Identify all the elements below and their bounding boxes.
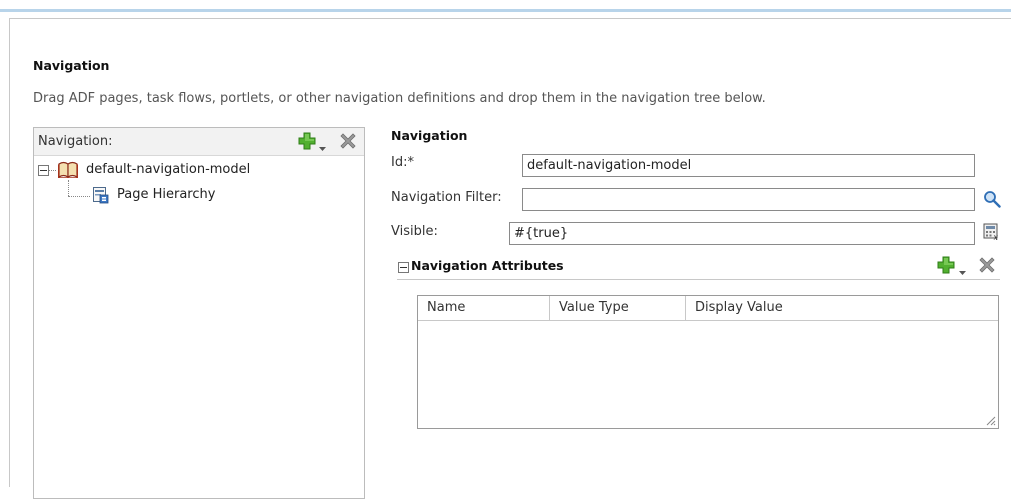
tree-connector	[68, 196, 90, 197]
expression-builder-icon[interactable]: x	[983, 223, 1001, 242]
navigation-filter-field[interactable]	[522, 188, 975, 211]
collapse-toggle-icon[interactable]	[38, 165, 49, 176]
navigation-filter-label: Navigation Filter:	[391, 190, 502, 205]
svg-text:x: x	[994, 233, 999, 241]
tree-connector	[68, 180, 69, 196]
top-accent-line	[0, 9, 1011, 12]
resize-grip-icon[interactable]	[984, 414, 996, 426]
navigation-tree-panel: Navigation: default-navigation-model Pag…	[33, 127, 365, 499]
section-title: Navigation	[33, 58, 110, 73]
properties-title: Navigation	[391, 128, 468, 143]
panel-border-left	[9, 18, 10, 487]
attributes-table[interactable]: Name Value Type Display Value	[417, 295, 999, 429]
column-header-display-value[interactable]: Display Value	[686, 296, 998, 320]
tree-item-label: Page Hierarchy	[117, 187, 216, 202]
attributes-title: Navigation Attributes	[411, 258, 564, 273]
add-attribute-icon[interactable]	[937, 256, 955, 274]
visible-field[interactable]	[509, 222, 975, 245]
add-icon[interactable]	[298, 132, 316, 150]
column-header-name[interactable]: Name	[418, 296, 549, 320]
collapse-attributes-icon[interactable]	[398, 262, 409, 273]
add-dropdown-chevron-icon[interactable]	[319, 140, 326, 151]
add-attribute-dropdown-chevron-icon[interactable]	[959, 264, 966, 275]
navigation-tree-header: Navigation:	[34, 128, 364, 156]
visible-label: Visible:	[391, 224, 438, 239]
delete-icon[interactable]	[339, 132, 357, 150]
book-icon	[57, 161, 79, 179]
section-description: Drag ADF pages, task flows, portlets, or…	[33, 91, 766, 106]
column-header-value-type[interactable]: Value Type	[550, 296, 685, 320]
tree-connector	[48, 170, 56, 171]
id-field[interactable]	[522, 154, 975, 177]
page-hierarchy-icon	[92, 186, 110, 204]
attributes-table-header: Name Value Type Display Value	[418, 296, 998, 321]
id-label: Id:*	[391, 155, 414, 170]
navigation-tree-label: Navigation:	[38, 134, 113, 149]
attributes-separator	[397, 279, 1000, 280]
tree-item-label: default-navigation-model	[86, 162, 251, 177]
delete-attribute-icon[interactable]	[978, 256, 996, 274]
search-icon[interactable]	[983, 190, 1001, 208]
panel-border-top	[9, 18, 1011, 19]
